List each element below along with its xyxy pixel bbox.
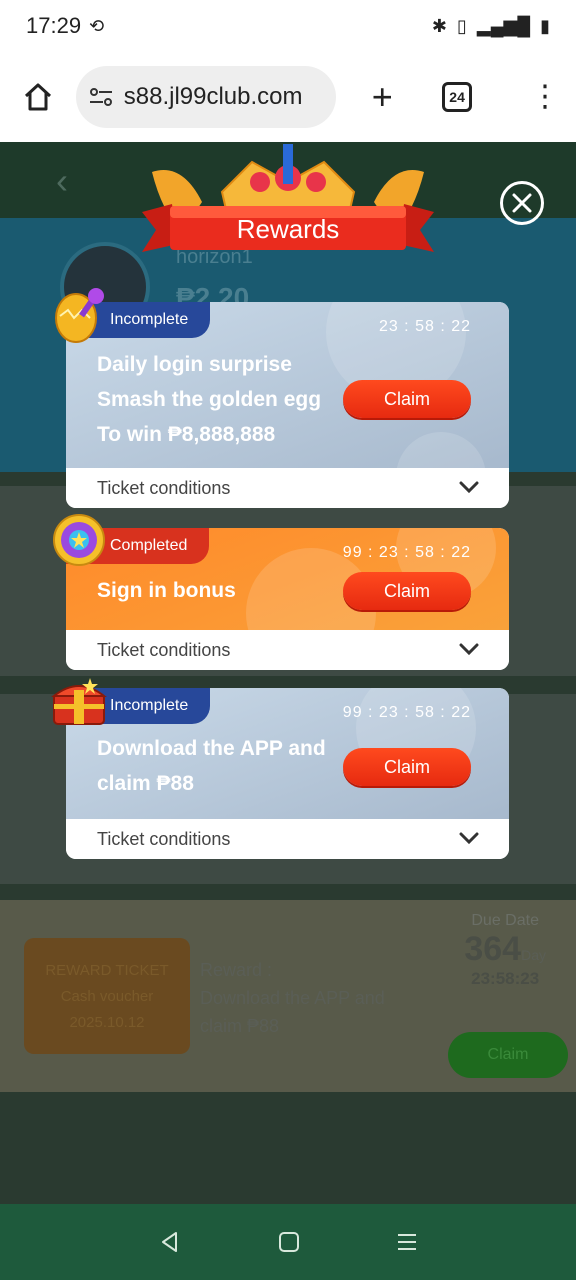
ticket-conditions-label: Ticket conditions: [97, 828, 231, 849]
rewards-banner: Rewards: [142, 144, 434, 252]
browser-toolbar: s88.jl99club.com + 24 ⋮: [0, 52, 576, 142]
reward-title-line: Daily login surprise: [97, 353, 292, 376]
countdown-timer: 99 : 23 : 58 : 22: [342, 704, 471, 721]
more-menu-button[interactable]: ⋮: [530, 82, 560, 112]
ticket-conditions-toggle[interactable]: Ticket conditions: [66, 468, 509, 508]
chevron-down-icon: [459, 832, 479, 845]
status-bar: 17:29 ⟲ ✱ ▯ ▂▄▆█ ▮: [0, 0, 576, 52]
chevron-down-icon: [459, 643, 479, 656]
address-bar[interactable]: s88.jl99club.com: [75, 66, 337, 128]
reward-card: Incomplete 23 : 58 : 22 Daily login surp…: [66, 302, 509, 508]
due-time: 23:58:23: [471, 969, 540, 988]
ticket-conditions-toggle[interactable]: Ticket conditions: [66, 630, 509, 670]
claim-button[interactable]: Claim: [343, 380, 471, 418]
due-date: Due Date 364Day 23:58:23: [464, 912, 546, 989]
status-time: 17:29: [26, 13, 82, 38]
due-days: 364: [464, 930, 522, 968]
reward-card: Completed 99 : 23 : 58 : 22 Sign in bonu…: [66, 528, 509, 670]
countdown-timer: 99 : 23 : 58 : 22: [342, 544, 471, 561]
reward-card-body: Incomplete 99 : 23 : 58 : 22 Download th…: [66, 688, 509, 819]
ticket-conditions-toggle[interactable]: Ticket conditions: [66, 819, 509, 859]
ticket-type: Cash voucher: [60, 988, 154, 1005]
recents-nav-icon[interactable]: [396, 1231, 418, 1253]
home-button[interactable]: [16, 75, 60, 119]
tab-switcher-button[interactable]: 24: [442, 82, 472, 112]
reward-title-line: Download the APP and: [97, 737, 326, 760]
treasure-chest-icon: [51, 678, 107, 725]
chevron-down-icon: [459, 481, 479, 494]
ticket-conditions-label: Ticket conditions: [97, 477, 231, 498]
reward-title: Sign in bonus: [97, 573, 236, 608]
home-icon: [24, 83, 51, 111]
battery-icon: ▮: [540, 15, 550, 36]
background-ticket-card: REWARD TICKET Cash voucher 2025.10.12 Re…: [0, 900, 576, 1092]
due-date-label: Due Date: [471, 912, 539, 929]
reward-title: Download the APP and claim ₱88: [97, 731, 326, 801]
close-icon: [512, 193, 532, 213]
medal-icon: [53, 514, 105, 566]
reward-ticket: REWARD TICKET Cash voucher 2025.10.12: [24, 938, 190, 1054]
signal-icon: ▂▄▆█: [476, 15, 531, 36]
site-settings-icon: [89, 88, 112, 106]
vibrate-icon: ▯: [456, 15, 467, 36]
reward-title-line: Sign in bonus: [97, 579, 236, 602]
claim-button[interactable]: Claim: [343, 748, 471, 786]
reward-title: Daily login surprise Smash the golden eg…: [97, 347, 321, 452]
reward-card: Incomplete 99 : 23 : 58 : 22 Download th…: [66, 688, 509, 859]
modal-title: Rewards: [237, 214, 340, 244]
ticket-label: REWARD TICKET: [45, 962, 169, 979]
back-nav-icon[interactable]: [158, 1230, 182, 1254]
reward-title-line: To win ₱8,888,888: [97, 423, 276, 446]
bluetooth-icon: ✱: [431, 15, 447, 36]
ticket-date: 2025.10.12: [69, 1014, 145, 1031]
reward-card-body: Completed 99 : 23 : 58 : 22 Sign in bonu…: [66, 528, 509, 670]
url-text: s88.jl99club.com: [123, 83, 303, 110]
status-icons: ✱ ▯ ▂▄▆█ ▮: [432, 16, 550, 37]
reward-description: Download the APP and claim ₱88: [200, 988, 385, 1036]
reward-label: Reward :: [200, 960, 273, 980]
new-tab-button[interactable]: +: [362, 76, 402, 118]
reward-title-line: Smash the golden egg: [97, 388, 322, 411]
system-navigation-bar: [0, 1204, 576, 1280]
ticket-conditions-label: Ticket conditions: [97, 639, 231, 660]
reward-title-line: claim ₱88: [97, 772, 194, 795]
reward-card-body: Incomplete 23 : 58 : 22 Daily login surp…: [66, 302, 509, 508]
claim-button[interactable]: Claim: [343, 572, 471, 610]
reward-info: Reward : Download the APP and claim ₱88: [200, 956, 420, 1040]
background-claim-button: Claim: [448, 1032, 568, 1078]
back-icon: ‹: [56, 160, 68, 201]
countdown-timer: 23 : 58 : 22: [378, 318, 471, 335]
due-day-unit: Day: [521, 947, 546, 963]
golden-egg-icon: [55, 288, 104, 343]
sync-icon: ⟲: [89, 15, 105, 36]
close-button[interactable]: [500, 181, 544, 225]
home-nav-icon[interactable]: [278, 1231, 300, 1253]
